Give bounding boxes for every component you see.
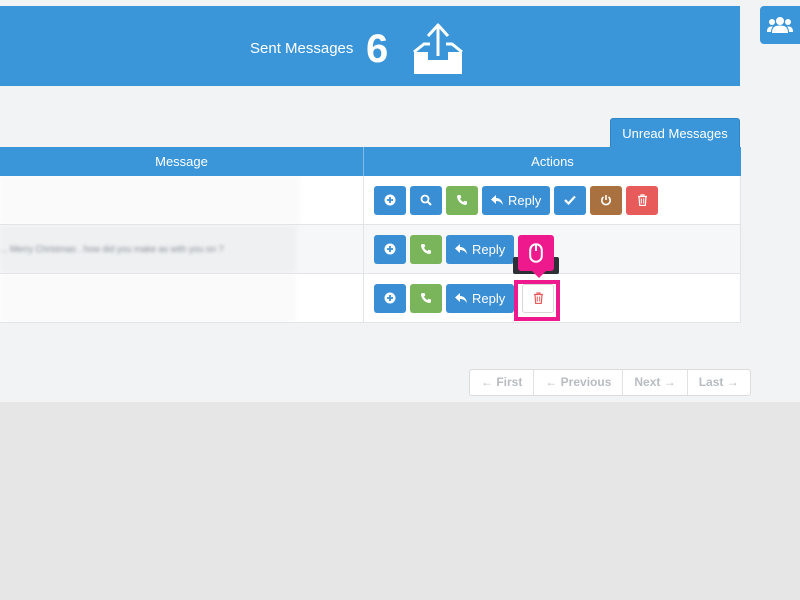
power-icon — [601, 195, 612, 206]
deactivate-button[interactable] — [590, 185, 623, 215]
reply-button[interactable]: Reply — [446, 234, 515, 264]
reply-icon — [455, 292, 467, 303]
unread-messages-tab[interactable]: Unread Messages — [610, 118, 740, 147]
actions-cell: Reply — [374, 225, 518, 273]
outbox-upload-icon — [413, 23, 463, 74]
message-cell — [0, 274, 364, 322]
add-button[interactable] — [374, 283, 406, 313]
click-highlight — [514, 280, 560, 321]
table-row: ... Merry Christmas . how did you make a… — [0, 225, 741, 274]
reply-icon — [455, 243, 467, 254]
table-header: Message Actions — [0, 147, 741, 176]
plus-circle-icon — [384, 243, 396, 255]
column-header-actions: Actions — [531, 154, 574, 169]
table-row: Reply — [0, 176, 741, 225]
delete-button[interactable] — [626, 185, 659, 215]
mouse-icon — [529, 243, 543, 263]
phone-icon — [421, 244, 431, 254]
actions-cell: Reply — [374, 176, 662, 224]
reply-icon — [491, 194, 503, 205]
phone-icon — [457, 195, 467, 205]
pager-previous[interactable]: ← Previous — [534, 370, 624, 395]
view-button[interactable] — [410, 185, 442, 215]
mark-read-button[interactable] — [554, 185, 587, 215]
table-row: Reply — [0, 274, 741, 323]
call-button[interactable] — [410, 283, 442, 313]
plus-circle-icon — [384, 292, 396, 304]
header-banner: Sent Messages 6 — [0, 6, 740, 86]
add-button[interactable] — [374, 185, 406, 215]
check-icon — [564, 195, 577, 205]
reply-button[interactable]: Reply — [482, 185, 551, 215]
plus-circle-icon — [384, 194, 396, 206]
users-button[interactable] — [760, 6, 800, 44]
call-button[interactable] — [410, 234, 442, 264]
users-icon — [767, 17, 793, 33]
blurred-message — [0, 274, 296, 322]
header-title: Sent Messages — [250, 40, 354, 57]
messages-table: Message Actions Reply ... Merry Christma… — [0, 147, 741, 323]
phone-icon — [421, 293, 431, 303]
message-preview: ... Merry Christmas . how did you make a… — [0, 244, 224, 254]
click-indicator — [518, 235, 554, 278]
pagination: ← First ← Previous Next → Last → — [469, 369, 751, 396]
sent-count: 6 — [366, 27, 389, 71]
trash-icon — [637, 194, 647, 206]
pager-next[interactable]: Next → — [623, 370, 688, 395]
pager-last[interactable]: Last → — [688, 370, 750, 395]
message-cell: ... Merry Christmas . how did you make a… — [0, 225, 364, 273]
reply-button[interactable]: Reply — [446, 283, 515, 313]
search-icon — [420, 194, 432, 206]
column-header-message: Message — [0, 147, 364, 176]
message-cell — [0, 176, 364, 224]
pager-first[interactable]: ← First — [470, 370, 535, 395]
blurred-message — [0, 176, 300, 224]
call-button[interactable] — [446, 185, 478, 215]
add-button[interactable] — [374, 234, 406, 264]
